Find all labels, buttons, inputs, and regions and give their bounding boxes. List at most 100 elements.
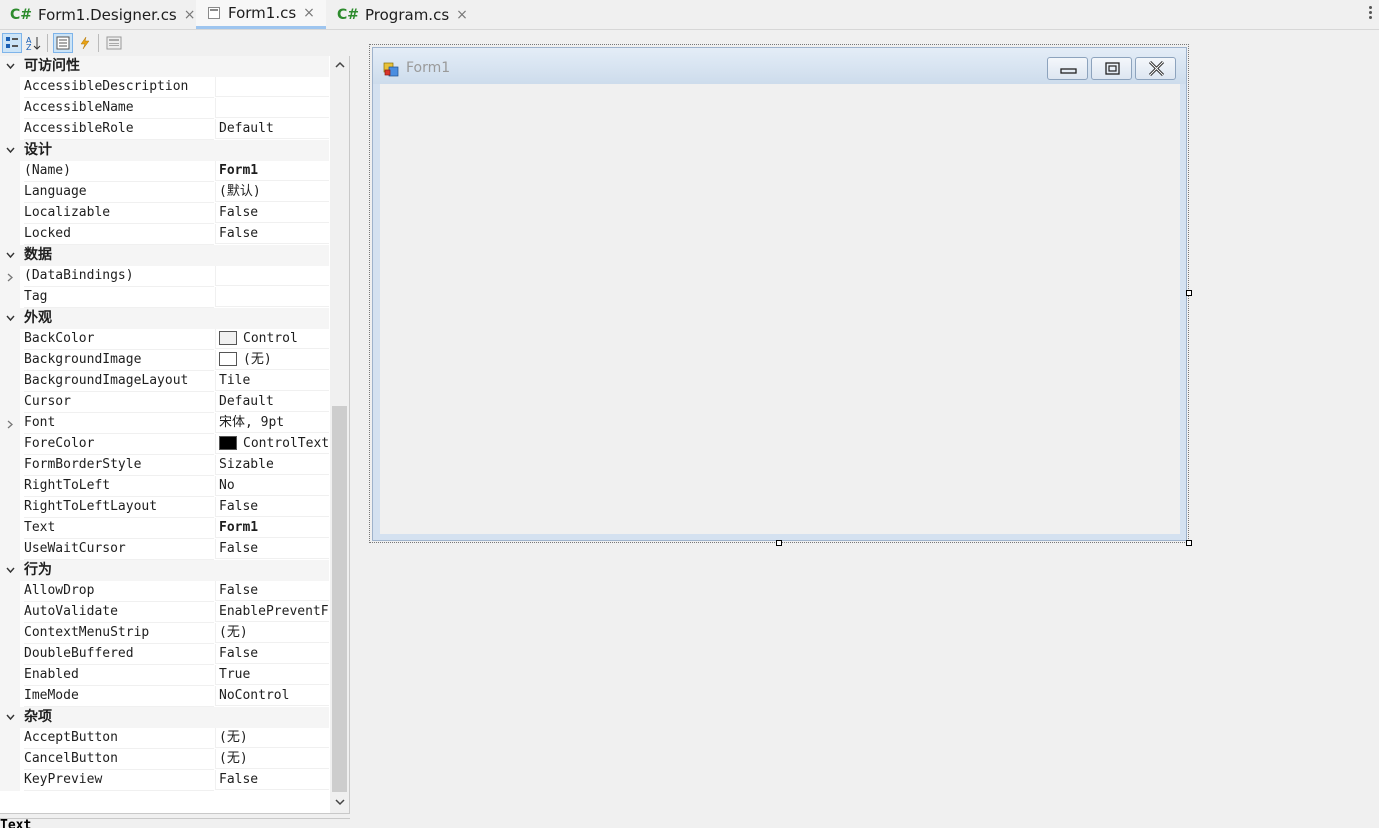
close-icon[interactable]: ×: [303, 5, 315, 21]
property-row[interactable]: BackgroundImage (无): [0, 350, 329, 371]
property-value[interactable]: Form1: [215, 161, 329, 181]
chevron-down-icon[interactable]: [0, 707, 20, 728]
chevron-down-icon[interactable]: [0, 560, 20, 581]
property-row[interactable]: ContextMenuStrip (无): [0, 623, 329, 644]
property-row[interactable]: UseWaitCursor False: [0, 539, 329, 560]
property-row[interactable]: Language (默认): [0, 182, 329, 203]
chevron-down-icon[interactable]: [0, 140, 20, 161]
property-row[interactable]: Cursor Default: [0, 392, 329, 413]
property-name: Localizable: [24, 203, 214, 224]
property-value[interactable]: Sizable: [215, 455, 329, 475]
property-row[interactable]: ForeColor ControlText: [0, 434, 329, 455]
property-value[interactable]: Default: [215, 119, 329, 139]
form-client-area[interactable]: [380, 84, 1180, 534]
close-icon[interactable]: ×: [184, 7, 196, 23]
property-row[interactable]: AccessibleName: [0, 98, 329, 119]
property-value[interactable]: False: [215, 539, 329, 559]
property-row[interactable]: RightToLeftLayout False: [0, 497, 329, 518]
property-row[interactable]: AccessibleDescription: [0, 77, 329, 98]
property-category[interactable]: 杂项: [0, 707, 329, 728]
property-row[interactable]: (Name) Form1: [0, 161, 329, 182]
property-value[interactable]: [215, 77, 329, 97]
property-value[interactable]: False: [215, 770, 329, 790]
row-gutter: [0, 728, 20, 749]
property-row[interactable]: ImeMode NoControl: [0, 686, 329, 707]
property-value[interactable]: False: [215, 644, 329, 664]
property-row[interactable]: BackColor Control: [0, 329, 329, 350]
property-row[interactable]: RightToLeft No: [0, 476, 329, 497]
property-value[interactable]: NoControl: [215, 686, 329, 706]
property-category[interactable]: 设计: [0, 140, 329, 161]
form-design-surface[interactable]: Form1: [372, 47, 1187, 541]
property-row[interactable]: AcceptButton (无): [0, 728, 329, 749]
property-value[interactable]: ControlText: [215, 434, 329, 454]
property-value[interactable]: Tile: [215, 371, 329, 391]
resize-handle-bottom-right[interactable]: [1186, 540, 1192, 546]
property-category[interactable]: 数据: [0, 245, 329, 266]
categorized-view-button[interactable]: [2, 32, 22, 53]
property-value[interactable]: No: [215, 476, 329, 496]
property-value[interactable]: Default: [215, 392, 329, 412]
property-category[interactable]: 可访问性: [0, 56, 329, 77]
scroll-down-icon[interactable]: [330, 793, 349, 813]
chevron-right-icon[interactable]: [0, 266, 20, 287]
events-button[interactable]: [75, 33, 95, 53]
tab-form1-designer[interactable]: C# Form1.Designer.cs ×: [10, 0, 196, 29]
property-row[interactable]: Enabled True: [0, 665, 329, 686]
property-value[interactable]: [215, 98, 329, 118]
resize-handle-right[interactable]: [1186, 290, 1192, 296]
property-row[interactable]: BackgroundImageLayout Tile: [0, 371, 329, 392]
property-pages-button[interactable]: [104, 33, 124, 53]
property-row[interactable]: DoubleBuffered False: [0, 644, 329, 665]
property-value[interactable]: (无): [215, 350, 329, 370]
property-value[interactable]: EnablePreventFocusChange: [215, 602, 329, 622]
overflow-menu-icon[interactable]: [1369, 4, 1373, 21]
close-icon[interactable]: ×: [456, 7, 468, 23]
property-value[interactable]: Form1: [215, 518, 329, 538]
scrollbar-thumb[interactable]: [332, 406, 347, 792]
property-value[interactable]: (无): [215, 728, 329, 748]
property-value[interactable]: False: [215, 497, 329, 517]
property-value[interactable]: [215, 287, 329, 307]
resize-handle-bottom[interactable]: [776, 540, 782, 546]
minimize-button[interactable]: [1047, 57, 1088, 80]
property-value[interactable]: (无): [215, 749, 329, 769]
property-row[interactable]: AllowDrop False: [0, 581, 329, 602]
property-value-text: (无): [243, 352, 272, 367]
property-value[interactable]: Control: [215, 329, 329, 349]
chevron-down-icon[interactable]: [0, 308, 20, 329]
property-row[interactable]: Locked False: [0, 224, 329, 245]
vertical-scrollbar[interactable]: [330, 56, 349, 813]
tab-form1[interactable]: Form1.cs ×: [196, 0, 326, 29]
alphabetical-view-button[interactable]: AZ: [24, 33, 44, 53]
property-row[interactable]: (DataBindings): [0, 266, 329, 287]
close-button[interactable]: [1135, 57, 1176, 80]
property-value[interactable]: (默认): [215, 182, 329, 202]
property-value[interactable]: False: [215, 203, 329, 223]
chevron-right-icon[interactable]: [0, 413, 20, 434]
property-category[interactable]: 行为: [0, 560, 329, 581]
property-row[interactable]: CancelButton (无): [0, 749, 329, 770]
property-value[interactable]: [215, 266, 329, 286]
properties-button[interactable]: [53, 32, 73, 53]
property-category[interactable]: 外观: [0, 308, 329, 329]
chevron-down-icon[interactable]: [0, 56, 20, 77]
property-row[interactable]: Font 宋体, 9pt: [0, 413, 329, 434]
property-row[interactable]: AccessibleRole Default: [0, 119, 329, 140]
property-value[interactable]: 宋体, 9pt: [215, 413, 329, 433]
property-value[interactable]: (无): [215, 623, 329, 643]
maximize-button[interactable]: [1091, 57, 1132, 80]
property-value[interactable]: False: [215, 224, 329, 244]
chevron-down-icon[interactable]: [0, 245, 20, 266]
property-row[interactable]: FormBorderStyle Sizable: [0, 455, 329, 476]
property-row[interactable]: Tag: [0, 287, 329, 308]
property-row[interactable]: Text Form1: [0, 518, 329, 539]
property-value[interactable]: True: [215, 665, 329, 685]
property-row[interactable]: Localizable False: [0, 203, 329, 224]
property-row[interactable]: KeyPreview False: [0, 770, 329, 791]
tab-program[interactable]: C# Program.cs ×: [337, 0, 468, 29]
property-row[interactable]: AutoValidate EnablePreventFocusChange: [0, 602, 329, 623]
property-grid: KeyPreview False CancelButton (无) AcceptButt…: [0, 56, 350, 814]
scroll-up-icon[interactable]: [330, 56, 349, 76]
property-value[interactable]: False: [215, 581, 329, 601]
